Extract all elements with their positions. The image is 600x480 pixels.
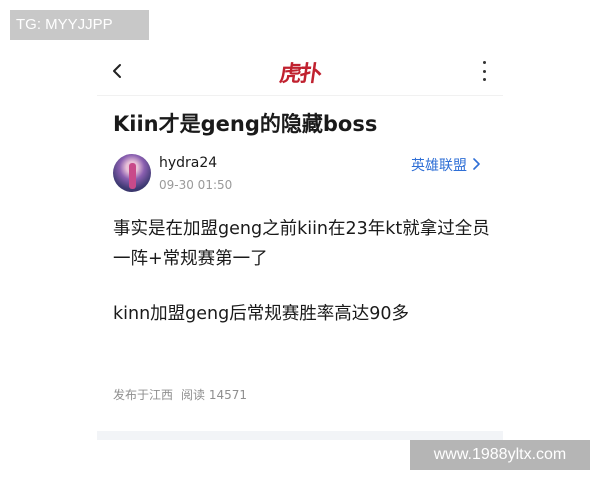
forum-label: 英雄联盟 bbox=[411, 158, 467, 174]
chevron-left-icon[interactable] bbox=[109, 63, 125, 79]
watermark-bottom: www.1988yltx.com bbox=[410, 440, 590, 470]
app-logo: 虎扑 bbox=[277, 61, 322, 87]
post-meta: 发布于江西 阅读 14571 bbox=[113, 386, 255, 403]
more-vertical-icon[interactable] bbox=[481, 61, 487, 81]
header-divider bbox=[97, 95, 503, 96]
read-count: 阅读 14571 bbox=[181, 388, 248, 402]
chevron-right-icon bbox=[472, 158, 480, 174]
watermark-top: TG: MYYJJPP bbox=[10, 10, 149, 40]
avatar[interactable] bbox=[113, 154, 151, 192]
post-paragraph: kinn加盟geng后常规赛胜率高达90多 bbox=[113, 304, 410, 324]
post-location: 发布于江西 bbox=[113, 388, 174, 402]
forum-link[interactable]: 英雄联盟 bbox=[411, 155, 480, 175]
author-name[interactable]: hydra24 bbox=[159, 155, 217, 171]
post-paragraph: 事实是在加盟geng之前kiin在23年kt就拿过全员一阵+常规赛第一了 bbox=[113, 219, 490, 269]
top-nav-bar: 虎扑 bbox=[97, 50, 503, 92]
post-title: Kiin才是geng的隐藏boss bbox=[113, 112, 378, 136]
post-date: 09-30 01:50 bbox=[159, 178, 233, 192]
bottom-divider bbox=[97, 431, 503, 440]
